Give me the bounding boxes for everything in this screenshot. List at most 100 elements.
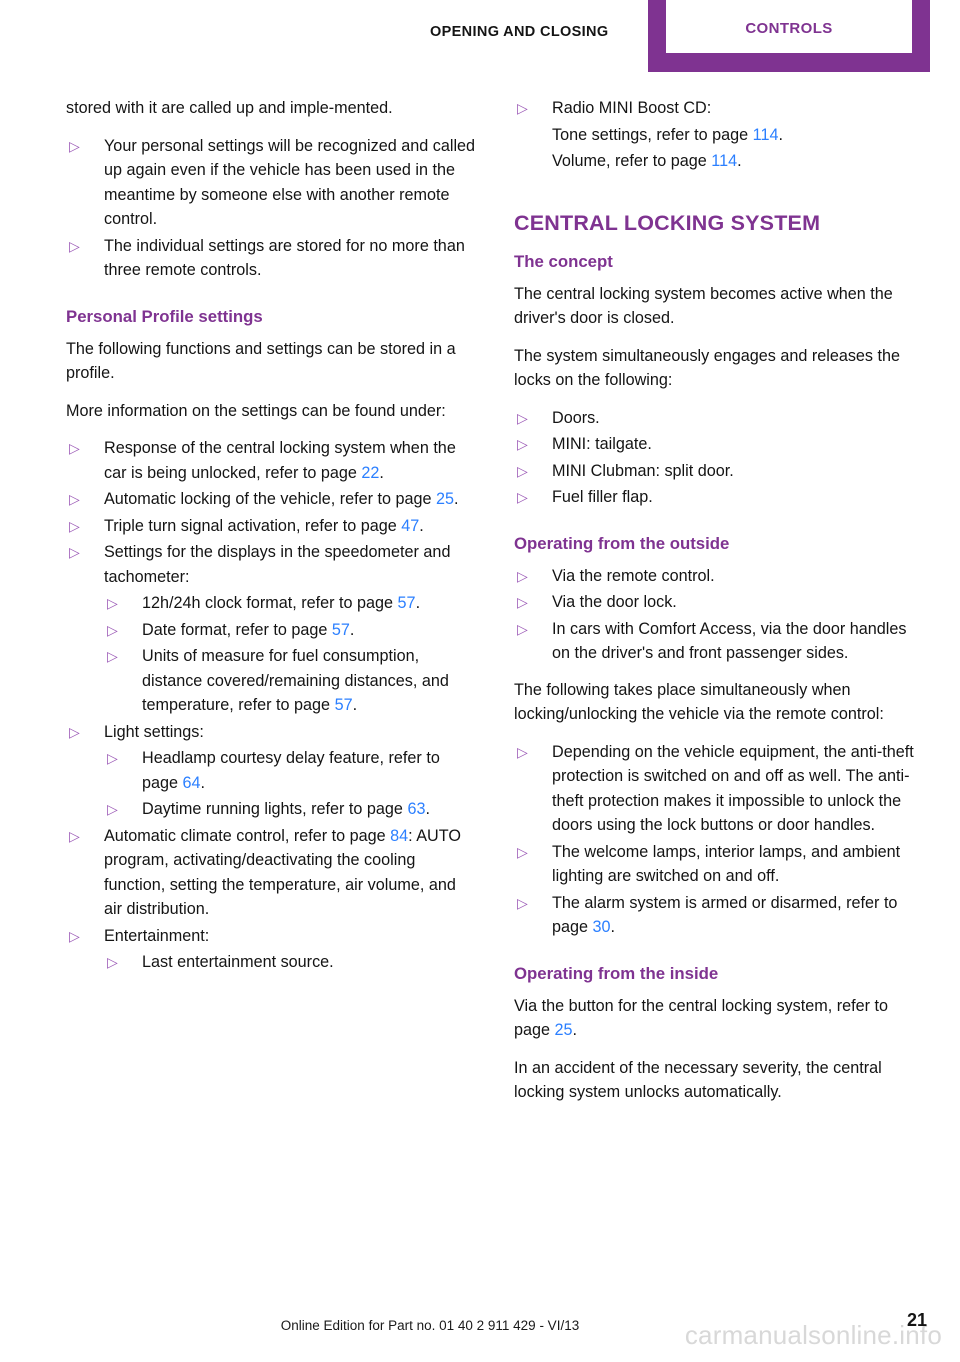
list-item: ▷ Fuel filler flap. bbox=[514, 485, 924, 510]
list-item: ▷ Last entertainment source. bbox=[66, 950, 476, 975]
triangle-bullet-icon: ▷ bbox=[517, 489, 528, 505]
triangle-bullet-icon: ▷ bbox=[517, 567, 528, 584]
subheading-personal-profile-settings: Personal Profile settings bbox=[66, 306, 263, 326]
list-item-text: Radio MINI Boost CD: bbox=[552, 99, 712, 117]
intro-bullet-list: ▷ Your personal settings will be recogni… bbox=[66, 134, 476, 283]
list-item-text-tail: . bbox=[778, 125, 783, 144]
list-item: ▷ Depending on the vehicle equipment, the… bbox=[514, 740, 924, 838]
list-item: ▷ Light settings: bbox=[66, 720, 476, 745]
list-item-text: 12h/24h clock format, refer to page bbox=[142, 594, 398, 612]
page-reference-link[interactable]: 57 bbox=[335, 696, 353, 714]
triangle-bullet-icon: ▷ bbox=[107, 750, 118, 766]
outside-list-bottom: ▷ Depending on the vehicle equipment, the… bbox=[514, 740, 924, 940]
triangle-bullet-icon: ▷ bbox=[517, 462, 528, 479]
page-reference-link[interactable]: 57 bbox=[398, 594, 416, 612]
subheading-the-concept: The concept bbox=[514, 251, 613, 271]
list-item-text: Fuel filler flap. bbox=[552, 488, 653, 506]
list-item: ▷ MINI Clubman: split door. bbox=[514, 459, 924, 484]
list-item: ▷ Via the door lock. bbox=[514, 590, 924, 615]
list-item: ▷ The welcome lamps, interior lamps, and … bbox=[514, 840, 924, 889]
list-item: ▷ Automatic locking of the vehicle, refer… bbox=[66, 487, 476, 512]
triangle-bullet-icon: ▷ bbox=[517, 743, 528, 760]
list-item-text-tail: . bbox=[572, 1021, 578, 1039]
list-item-text-tail: . bbox=[419, 516, 424, 535]
triangle-bullet-icon: ▷ bbox=[69, 237, 80, 254]
page-reference-link[interactable]: 63 bbox=[407, 800, 425, 818]
list-item: ▷ Units of measure for fuel consumption, … bbox=[66, 644, 476, 718]
subheading-operating-from-the-inside: Operating from the inside bbox=[514, 963, 719, 983]
list-item-text: MINI Clubman: split door. bbox=[552, 461, 734, 480]
list-item-text: MINI: tailgate. bbox=[552, 435, 652, 453]
triangle-bullet-icon: ▷ bbox=[517, 409, 528, 426]
triangle-bullet-icon: ▷ bbox=[517, 843, 528, 860]
page-title: CENTRAL LOCKING SYSTEM bbox=[514, 210, 821, 235]
page-reference-link[interactable]: 114 bbox=[711, 152, 737, 170]
paragraph: Via the button for the central locking s… bbox=[514, 994, 924, 1043]
list-item: ▷ Radio MINI Boost CD: bbox=[514, 96, 924, 121]
list-item: ▷ Entertainment: bbox=[66, 924, 476, 949]
triangle-bullet-icon: ▷ bbox=[107, 648, 118, 664]
list-item-text: Last entertainment source. bbox=[142, 953, 334, 971]
list-item-text: Volume, refer to page bbox=[552, 152, 712, 170]
page-reference-link[interactable]: 57 bbox=[332, 621, 350, 639]
page-reference-link[interactable]: 114 bbox=[753, 126, 779, 144]
page-number: 21 bbox=[906, 1310, 927, 1330]
list-item: ▷ Headlamp courtesy delay feature, refer … bbox=[66, 746, 476, 795]
page-header: OPENING AND CLOSING CONTROLS bbox=[0, 0, 960, 72]
list-item: ▷ Settings for the displays in the speedo… bbox=[66, 540, 476, 589]
triangle-bullet-icon: ▷ bbox=[517, 894, 528, 911]
list-item-text: Via the door lock. bbox=[552, 593, 677, 611]
triangle-bullet-icon: ▷ bbox=[69, 491, 80, 507]
list-item-text: Triple turn signal activation, refer to … bbox=[104, 516, 402, 535]
list-item-text: Date format, refer to page bbox=[142, 620, 332, 639]
list-item: ▷ Your personal settings will be recogni… bbox=[66, 134, 476, 232]
list-item-text: The individual settings are stored for n… bbox=[104, 236, 465, 280]
page-reference-link[interactable]: 84 bbox=[390, 827, 408, 845]
list-item-continuation: Volume, refer to page 114. bbox=[514, 149, 924, 174]
triangle-bullet-icon: ▷ bbox=[517, 620, 528, 637]
right-column: ▷ Radio MINI Boost CD: Tone settings, re… bbox=[514, 96, 924, 1118]
page-reference-link[interactable]: 25 bbox=[436, 490, 454, 508]
list-item-text: Light settings: bbox=[104, 722, 204, 741]
page-reference-link[interactable]: 22 bbox=[361, 464, 379, 482]
section-tab-controls[interactable]: CONTROLS bbox=[666, 20, 912, 37]
list-item-text: Depending on the vehicle equipment, the … bbox=[552, 742, 914, 835]
list-item: ▷ Automatic climate control, refer to pag… bbox=[66, 824, 476, 922]
page-reference-link[interactable]: 25 bbox=[555, 1021, 573, 1039]
triangle-bullet-icon: ▷ bbox=[69, 440, 80, 456]
page-reference-link[interactable]: 64 bbox=[183, 774, 201, 792]
triangle-bullet-icon: ▷ bbox=[69, 544, 80, 560]
list-item-text-tail: . bbox=[415, 594, 421, 612]
list-item-text: Automatic locking of the vehicle, refer … bbox=[104, 490, 437, 508]
triangle-bullet-icon: ▷ bbox=[517, 594, 528, 610]
list-item-text: In cars with Comfort Access, via the doo… bbox=[552, 619, 907, 663]
outside-list-top: ▷ Via the remote control. ▷ Via the door lo… bbox=[514, 564, 924, 666]
list-item-text-tail: . bbox=[425, 800, 430, 818]
page-reference-link[interactable]: 47 bbox=[401, 517, 419, 535]
left-column: stored with it are called up and imple-m… bbox=[66, 96, 476, 977]
chapter-title: OPENING AND CLOSING bbox=[430, 24, 609, 40]
paragraph: More information on the settings can be … bbox=[66, 401, 446, 420]
list-item-text: Automatic climate control, refer to page bbox=[104, 826, 391, 845]
list-item: ▷ The alarm system is armed or disarmed, … bbox=[514, 891, 924, 940]
continued-paragraph: stored with it are called up and imple-m… bbox=[66, 99, 393, 117]
radio-settings-lines: Tone settings, refer to page 114. Volume,… bbox=[514, 123, 924, 174]
triangle-bullet-icon: ▷ bbox=[69, 723, 80, 740]
triangle-bullet-icon: ▷ bbox=[69, 517, 80, 534]
triangle-bullet-icon: ▷ bbox=[69, 827, 80, 844]
list-item-text: Tone settings, refer to page bbox=[552, 125, 753, 144]
triangle-bullet-icon: ▷ bbox=[107, 801, 118, 817]
triangle-bullet-icon: ▷ bbox=[69, 137, 80, 154]
list-item-text-tail: . bbox=[349, 620, 355, 639]
paragraph: The central locking system becomes activ… bbox=[514, 284, 893, 328]
page-footer: carmanualsonline.info Online Edition for… bbox=[0, 1290, 960, 1362]
triangle-bullet-icon: ▷ bbox=[107, 954, 118, 970]
page-reference-link[interactable]: 30 bbox=[593, 918, 611, 936]
list-item-text-tail: . bbox=[737, 152, 742, 170]
list-item: ▷ In cars with Comfort Access, via the do… bbox=[514, 617, 924, 666]
list-item: ▷ The individual settings are stored for… bbox=[66, 234, 476, 283]
